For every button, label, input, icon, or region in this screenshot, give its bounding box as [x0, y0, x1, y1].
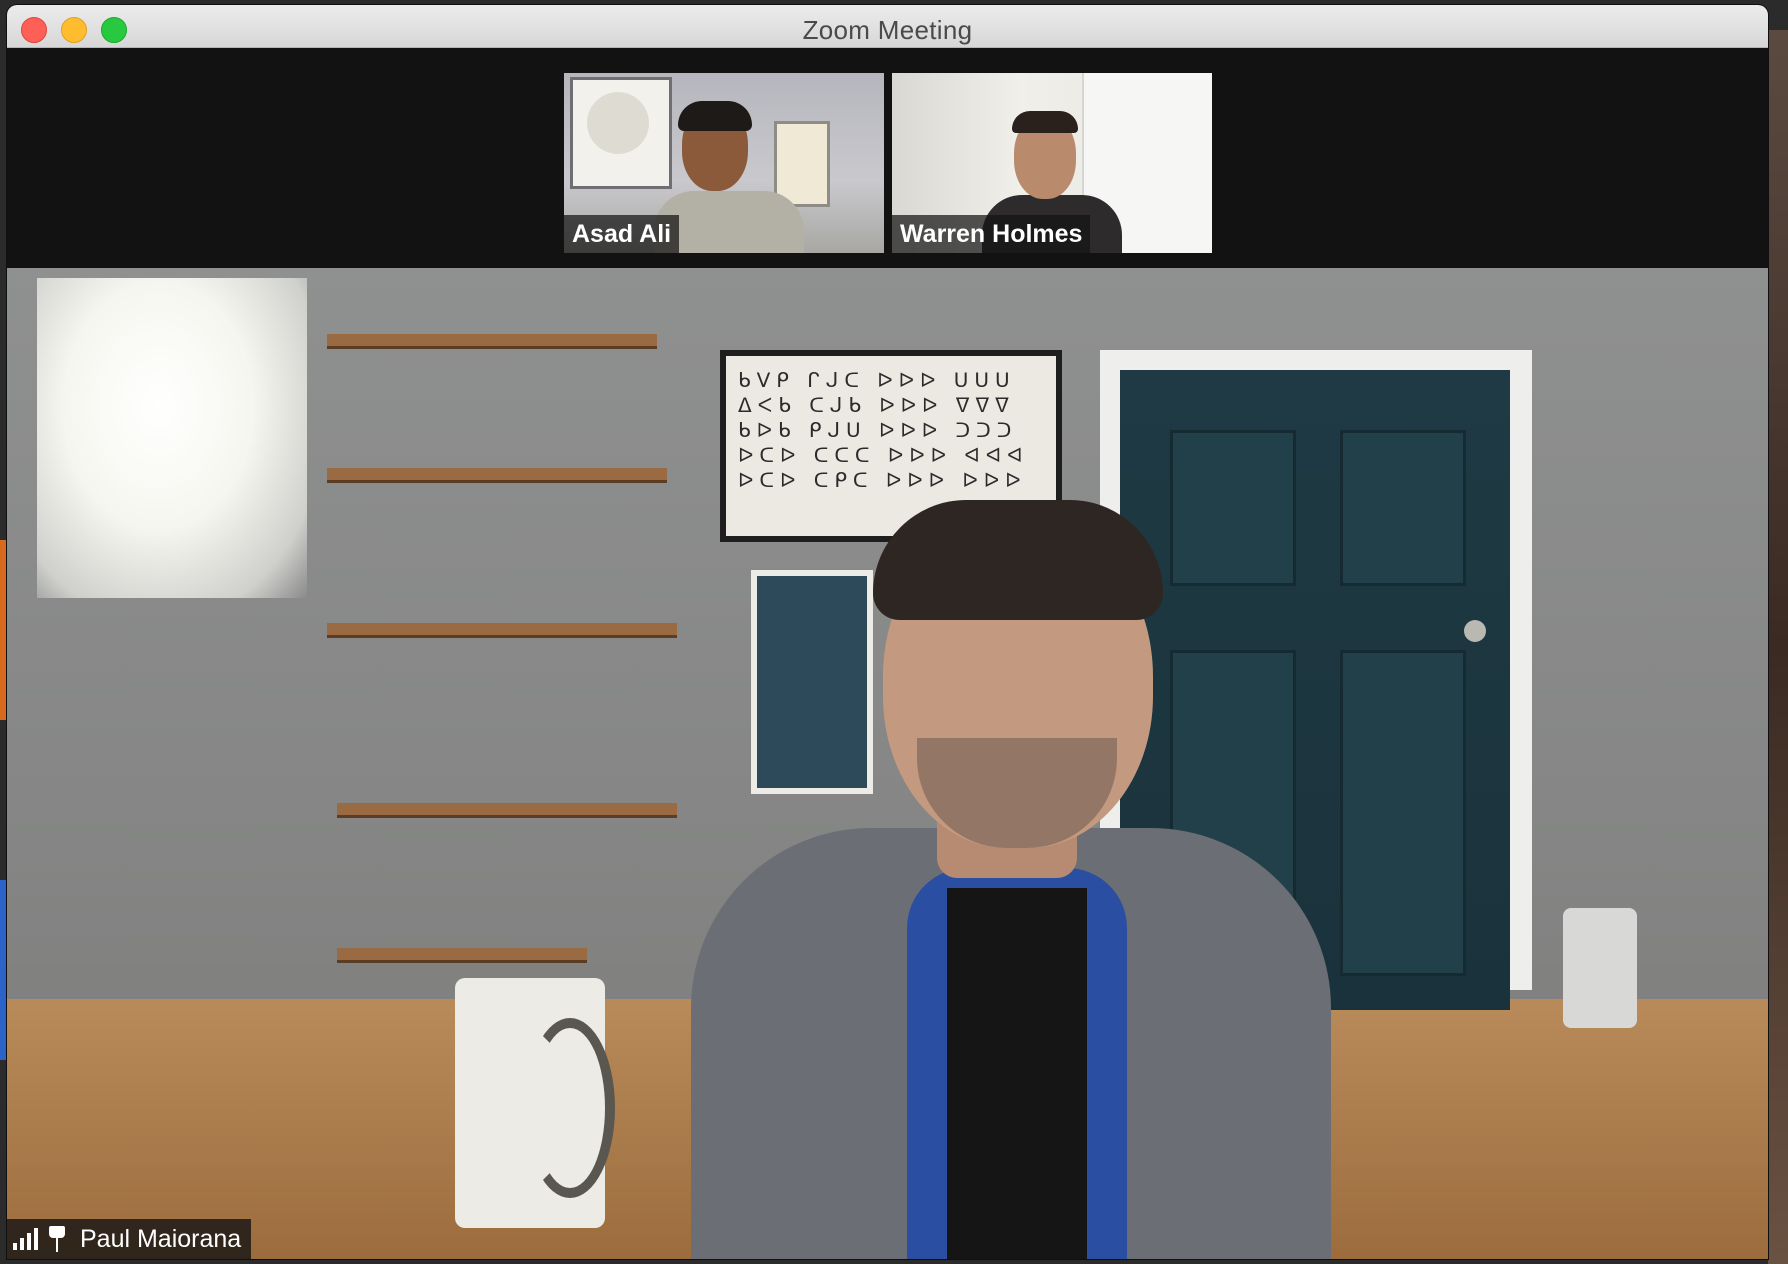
video-scene-air-purifier: [455, 978, 615, 1228]
video-scene-shelf: [327, 334, 657, 349]
video-scene-shelf: [337, 948, 587, 963]
participant-video-figure: [678, 101, 752, 131]
wall-art: [774, 121, 830, 207]
video-scene-air-purifier: [1563, 908, 1637, 1028]
participant-name-label: Asad Ali: [564, 215, 680, 253]
wall-art: [570, 77, 672, 189]
video-scene-shelf: [337, 803, 677, 818]
signal-strength-icon: [13, 1228, 38, 1250]
title-bar[interactable]: Zoom Meeting: [7, 5, 1768, 48]
video-scene-window: [37, 278, 307, 598]
door-panel: [1170, 430, 1296, 586]
zoom-meeting-window: Zoom Meeting Asad Ali Warren Holmes ᑲᐯᑭ …: [7, 5, 1768, 1259]
pin-icon: [46, 1226, 68, 1252]
door-panel: [1340, 650, 1466, 976]
participant-name-label: Warren Holmes: [892, 215, 1091, 253]
speaker-figure-shirt: [947, 888, 1087, 1259]
desktop-background: [1768, 30, 1788, 1264]
desktop-background-edge: [0, 540, 7, 720]
desktop-background-edge: [0, 880, 7, 1060]
active-speaker-name: Paul Maiorana: [80, 1224, 242, 1253]
participant-thumbnail[interactable]: Warren Holmes: [892, 73, 1212, 253]
door-knob: [1464, 620, 1486, 642]
speaker-figure-hair: [873, 500, 1163, 620]
video-scene-frame: [751, 570, 873, 794]
participant-video-figure: [1012, 111, 1078, 133]
door-panel: [1340, 430, 1466, 586]
active-speaker-name-tag: Paul Maiorana: [7, 1219, 252, 1259]
participant-thumbnail[interactable]: Asad Ali: [564, 73, 884, 253]
video-scene-shelf: [327, 623, 677, 638]
window-title: Zoom Meeting: [802, 15, 973, 45]
video-scene-shelf: [327, 468, 667, 483]
active-speaker-video[interactable]: ᑲᐯᑭ ᒋᒍᑕ ᐅᐅᐅ ᑌᑌᑌ ᐃᐸᑲ ᑕᒍᑲ ᐅᐅᐅ ᐁᐁᐁ ᑲᐅᑲ ᑭᒍᑌ ᐅᐅ…: [7, 268, 1768, 1259]
participant-thumbnail-strip: [7, 48, 1768, 273]
